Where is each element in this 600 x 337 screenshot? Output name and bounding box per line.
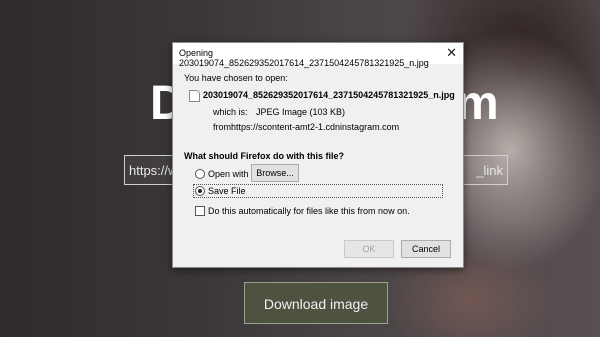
open-with-radio[interactable] bbox=[195, 169, 205, 179]
cancel-button[interactable]: Cancel bbox=[401, 240, 451, 258]
file-type-value: JPEG Image (103 KB) bbox=[256, 107, 346, 117]
download-image-button[interactable]: Download image bbox=[244, 282, 388, 324]
dialog-title: Opening 203019074_852629352017614_237150… bbox=[179, 48, 429, 68]
which-is-label: which is: bbox=[213, 107, 248, 117]
file-open-dialog: Opening 203019074_852629352017614_237150… bbox=[172, 42, 464, 268]
save-file-radio[interactable] bbox=[195, 186, 205, 196]
source-url-value: https://scontent-amt2-1.cdninstagram.com bbox=[231, 122, 400, 132]
auto-action-label[interactable]: Do this automatically for files like thi… bbox=[208, 206, 410, 216]
action-question: What should Firefox do with this file? bbox=[184, 151, 344, 161]
chosen-label: You have chosen to open: bbox=[184, 73, 288, 83]
browse-button[interactable]: Browse... bbox=[251, 164, 299, 182]
close-icon[interactable]: ✕ bbox=[446, 45, 457, 61]
url-input-text: https://w bbox=[129, 163, 178, 178]
url-input-suffix: _link bbox=[476, 163, 503, 178]
auto-action-checkbox[interactable] bbox=[195, 206, 205, 216]
open-with-label[interactable]: Open with bbox=[208, 169, 249, 179]
ok-button[interactable]: OK bbox=[344, 240, 394, 258]
file-name: 203019074_852629352017614_23715042457813… bbox=[203, 90, 455, 100]
save-file-label[interactable]: Save File bbox=[208, 186, 246, 196]
image-file-icon bbox=[189, 90, 200, 102]
dialog-titlebar: Opening 203019074_852629352017614_237150… bbox=[173, 43, 463, 68]
